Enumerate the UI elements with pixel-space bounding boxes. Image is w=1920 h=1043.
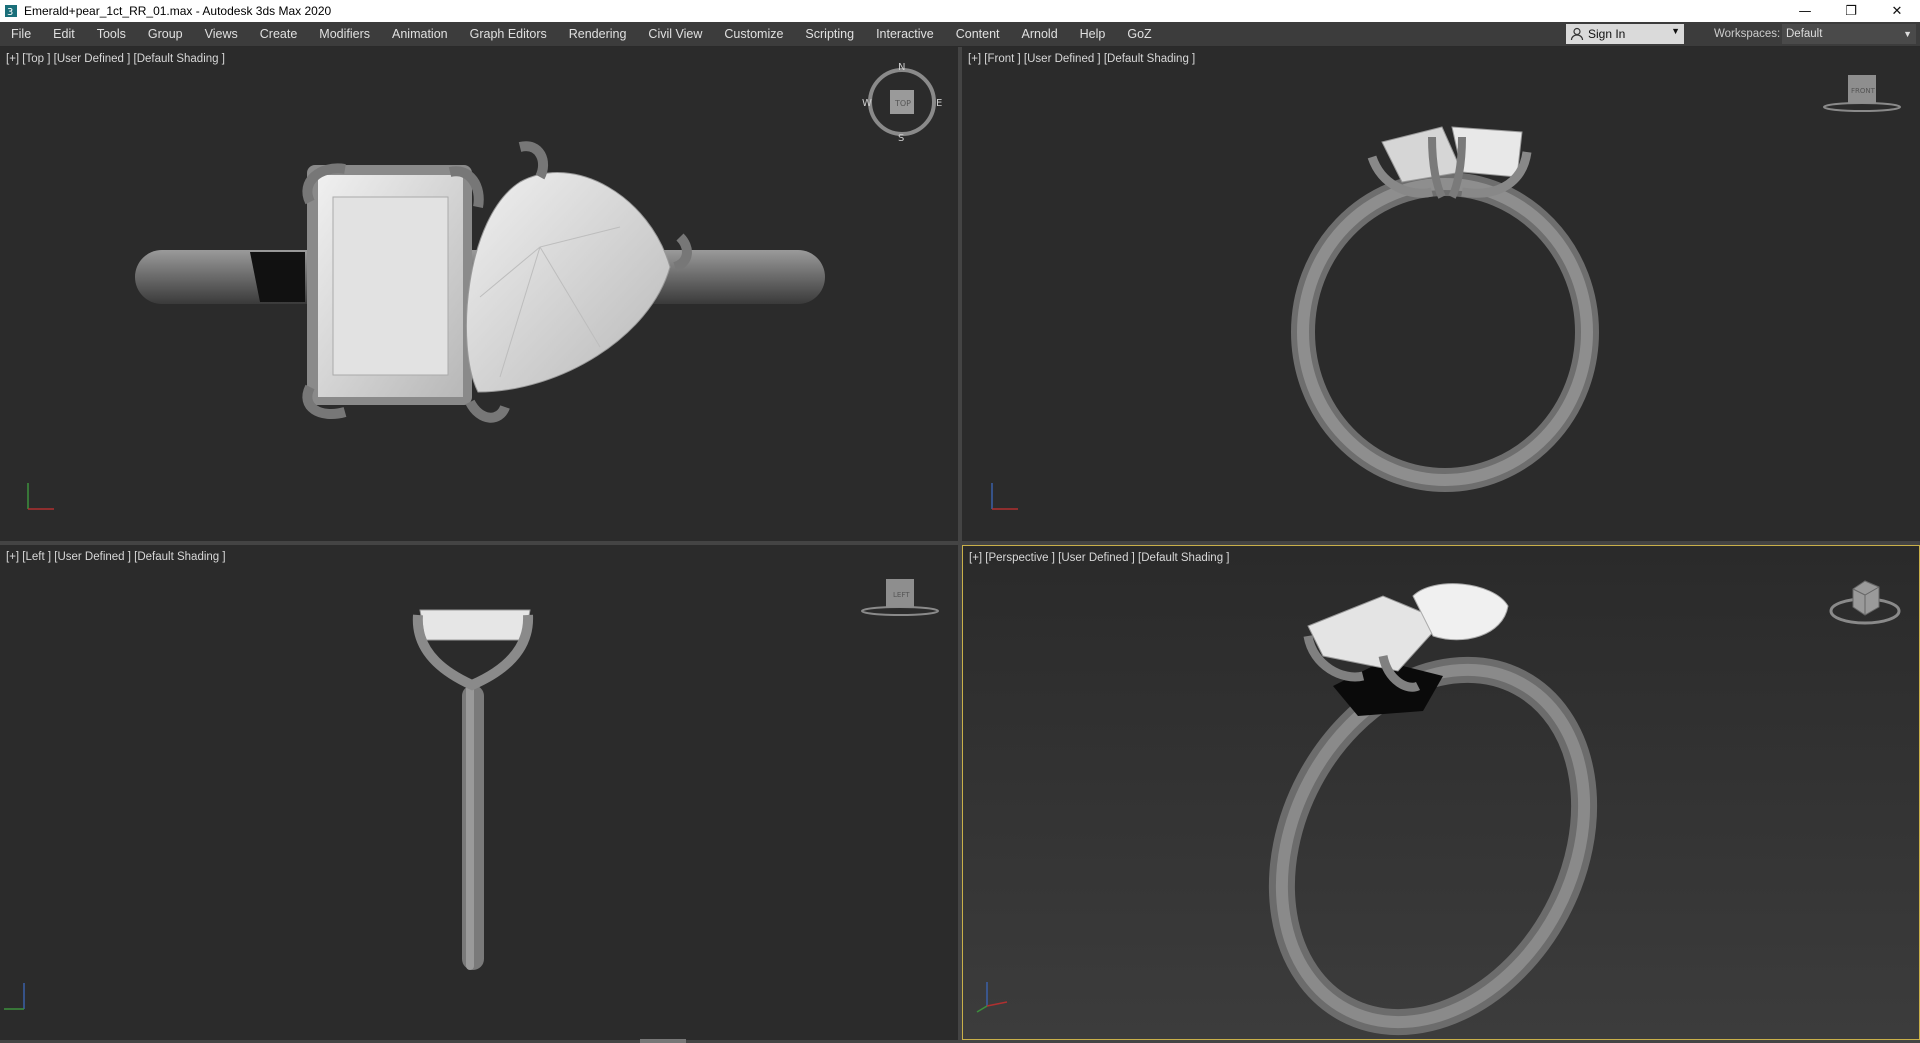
restore-button[interactable]: ❐ xyxy=(1828,0,1874,22)
user-icon xyxy=(1570,27,1584,41)
menu-rendering[interactable]: Rendering xyxy=(558,22,638,46)
ring-left-view xyxy=(412,609,534,970)
axis-tripod-icon xyxy=(4,983,25,1010)
axis-tripod-icon xyxy=(976,982,1008,1013)
viewport-front[interactable]: [+] [Front ] [User Defined ] [Default Sh… xyxy=(962,47,1920,541)
menu-edit[interactable]: Edit xyxy=(42,22,86,46)
axis-tripod-icon xyxy=(27,483,54,510)
window-title: Emerald+pear_1ct_RR_01.max - Autodesk 3d… xyxy=(24,4,332,18)
viewport-left[interactable]: [+] [Left ] [User Defined ] [Default Sha… xyxy=(0,545,958,1040)
menu-file[interactable]: File xyxy=(0,22,42,46)
compass-w: W xyxy=(862,98,872,109)
dropdown-icon: ▼ xyxy=(1903,29,1912,39)
ring-top-view xyxy=(135,141,825,423)
axis-tripod-icon xyxy=(991,483,1018,510)
viewport-top[interactable]: [+] [Top ] [User Defined ] [Default Shad… xyxy=(0,47,958,541)
app-icon: 3 xyxy=(5,5,17,18)
menu-graph-editors[interactable]: Graph Editors xyxy=(459,22,558,46)
dropdown-icon: ▼ xyxy=(1671,26,1680,36)
window-titlebar: 3 Emerald+pear_1ct_RR_01.max - Autodesk … xyxy=(0,0,1920,22)
viewcube-icon[interactable]: FRONT xyxy=(1822,69,1902,122)
viewcube-icon[interactable] xyxy=(1825,571,1905,634)
ring-front-view xyxy=(1291,126,1599,492)
compass-n: N xyxy=(898,62,905,73)
viewport-perspective[interactable]: [+] [Perspective ] [User Defined ] [Defa… xyxy=(962,545,1920,1040)
ring-perspective-view xyxy=(1268,583,1598,1036)
viewport-layout-scroll-handle[interactable] xyxy=(640,1039,686,1043)
compass-e: E xyxy=(936,98,942,109)
sign-in-button[interactable]: Sign In ▼ xyxy=(1566,24,1684,44)
menu-customize[interactable]: Customize xyxy=(713,22,794,46)
viewcube-face-label: LEFT xyxy=(893,591,910,599)
workspaces-label: Workspaces: xyxy=(1714,28,1781,40)
close-button[interactable]: ✕ xyxy=(1874,0,1920,22)
sign-in-label: Sign In xyxy=(1588,27,1626,41)
menu-interactive[interactable]: Interactive xyxy=(865,22,945,46)
viewcube-icon[interactable]: TOP N E S W xyxy=(862,62,942,145)
menu-create[interactable]: Create xyxy=(249,22,309,46)
compass-ring[interactable]: TOP N E S W xyxy=(862,62,942,144)
svg-text:3: 3 xyxy=(7,7,13,18)
viewcube-face-label: FRONT xyxy=(1851,87,1876,95)
menu-scripting[interactable]: Scripting xyxy=(794,22,865,46)
menu-animation[interactable]: Animation xyxy=(381,22,459,46)
menu-civil-view[interactable]: Civil View xyxy=(637,22,713,46)
workspace-select[interactable]: Default ▼ xyxy=(1782,24,1916,44)
menu-views[interactable]: Views xyxy=(194,22,249,46)
menu-items: File Edit Tools Group Views Create Modifiers An… xyxy=(0,22,1163,46)
viewcube-icon[interactable]: LEFT xyxy=(860,573,940,626)
viewcube-face-label: TOP xyxy=(894,99,911,108)
menu-goz[interactable]: GoZ xyxy=(1116,22,1162,46)
menu-arnold[interactable]: Arnold xyxy=(1011,22,1069,46)
menu-tools[interactable]: Tools xyxy=(86,22,137,46)
menu-content[interactable]: Content xyxy=(945,22,1011,46)
workspace-value: Default xyxy=(1786,28,1823,40)
menu-group[interactable]: Group xyxy=(137,22,194,46)
menu-modifiers[interactable]: Modifiers xyxy=(308,22,381,46)
menu-help[interactable]: Help xyxy=(1069,22,1117,46)
compass-s: S xyxy=(898,133,904,142)
minimize-button[interactable]: — xyxy=(1782,0,1828,22)
